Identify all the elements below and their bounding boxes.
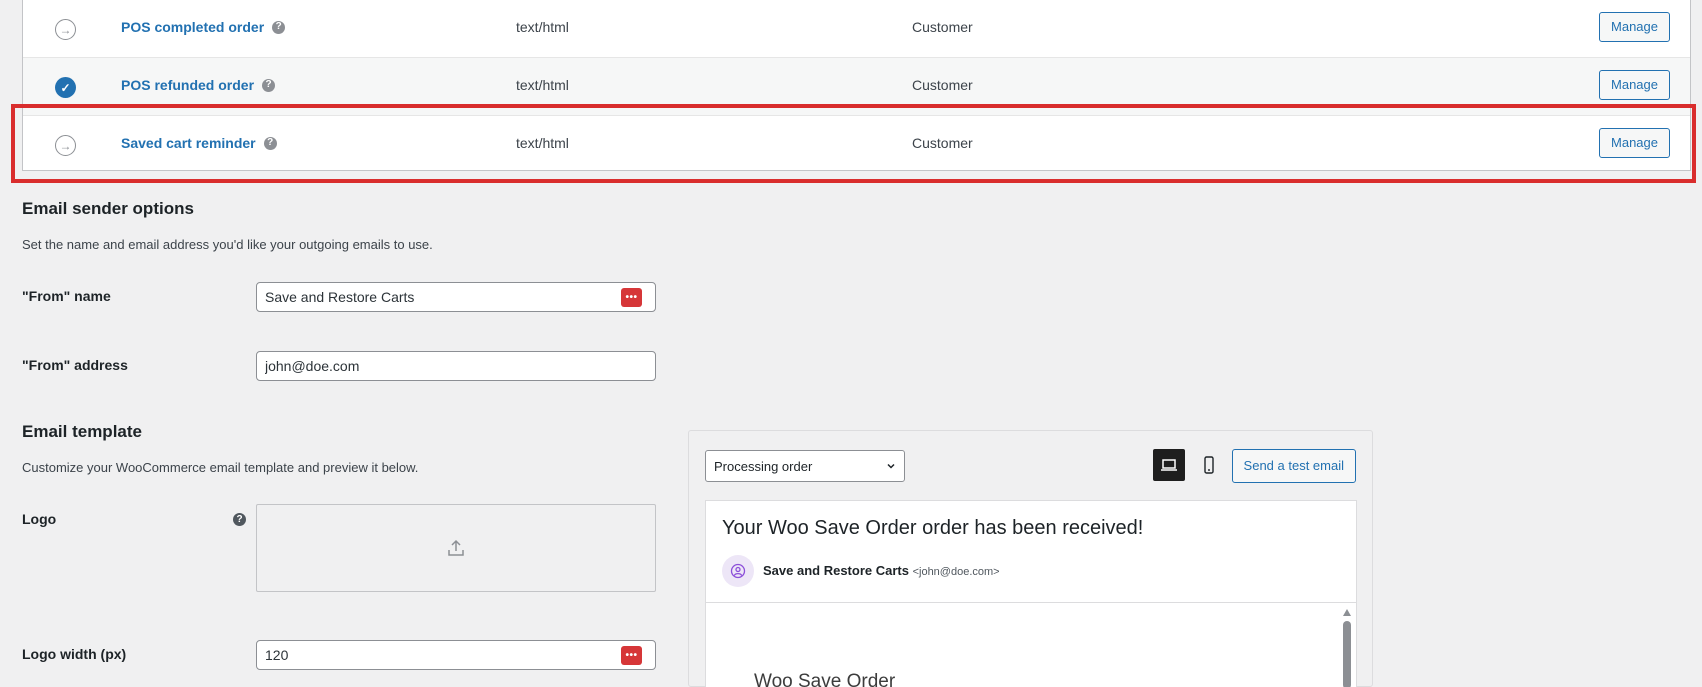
enabled-check-icon: ✓ — [55, 77, 76, 98]
manual-status-icon: → — [55, 135, 76, 156]
user-icon — [730, 563, 746, 579]
help-icon[interactable]: ? — [262, 78, 276, 92]
sender-options-title: Email sender options — [22, 199, 194, 218]
recipient: Customer — [912, 77, 973, 93]
content-type: text/html — [516, 19, 569, 35]
from-address-input[interactable] — [256, 351, 656, 381]
from-name-label: "From" name — [22, 288, 111, 304]
email-name-link[interactable]: POS refunded order ? — [121, 77, 276, 93]
email-preview-panel: Processing order Send a test email Your … — [688, 430, 1373, 687]
laptop-icon — [1161, 459, 1177, 471]
manage-button[interactable]: Manage — [1599, 70, 1670, 100]
email-type-select[interactable]: Processing order — [705, 450, 905, 482]
logo-width-label: Logo width (px) — [22, 646, 127, 662]
table-row: → POS completed order ? text/html Custom… — [23, 0, 1690, 58]
email-template-title: Email template — [22, 422, 142, 441]
recipient: Customer — [912, 19, 973, 35]
divider — [706, 602, 1356, 603]
scroll-thumb[interactable] — [1343, 621, 1351, 687]
chevron-down-icon — [887, 463, 895, 469]
manual-status-icon: → — [55, 19, 76, 40]
preview-subject: Your Woo Save Order order has been recei… — [722, 517, 1144, 539]
email-name-link[interactable]: POS completed order ? — [121, 19, 286, 35]
content-type: text/html — [516, 135, 569, 151]
upload-icon — [448, 539, 464, 556]
smartphone-icon — [1204, 456, 1214, 474]
table-row: ✓ POS refunded order ? text/html Custome… — [23, 58, 1690, 116]
content-type: text/html — [516, 77, 569, 93]
email-preview-frame: Your Woo Save Order order has been recei… — [705, 500, 1357, 687]
help-icon[interactable]: ? — [263, 136, 277, 150]
preview-body-heading: Woo Save Order — [754, 671, 896, 687]
help-icon[interactable]: ? — [272, 20, 286, 34]
recipient: Customer — [912, 135, 973, 151]
logo-width-input[interactable] — [256, 640, 656, 670]
logo-label: Logo — [22, 511, 57, 527]
sender-options-description: Set the name and email address you'd lik… — [22, 237, 433, 252]
logo-upload-dropzone[interactable] — [256, 504, 656, 592]
help-icon[interactable]: ? — [233, 513, 246, 526]
password-manager-icon[interactable]: ••• — [621, 646, 642, 665]
manage-button[interactable]: Manage — [1599, 12, 1670, 42]
password-manager-icon[interactable]: ••• — [621, 288, 642, 307]
from-name-input[interactable] — [256, 282, 656, 312]
sender-name: Save and Restore Carts <john@doe.com> — [763, 563, 1000, 578]
email-name-link[interactable]: Saved cart reminder ? — [121, 135, 277, 151]
email-notifications-table: → POS completed order ? text/html Custom… — [22, 0, 1691, 171]
email-template-description: Customize your WooCommerce email templat… — [22, 460, 419, 475]
manage-button[interactable]: Manage — [1599, 128, 1670, 158]
scroll-up-arrow[interactable] — [1343, 609, 1351, 616]
mobile-preview-button[interactable] — [1193, 449, 1225, 481]
table-row: → Saved cart reminder ? text/html Custom… — [23, 116, 1690, 174]
desktop-preview-button[interactable] — [1153, 449, 1185, 481]
avatar — [722, 555, 754, 587]
scrollbar[interactable] — [1342, 609, 1352, 687]
from-address-label: "From" address — [22, 357, 128, 373]
sender-email: <john@doe.com> — [912, 566, 1000, 578]
send-test-email-button[interactable]: Send a test email — [1231, 449, 1356, 483]
